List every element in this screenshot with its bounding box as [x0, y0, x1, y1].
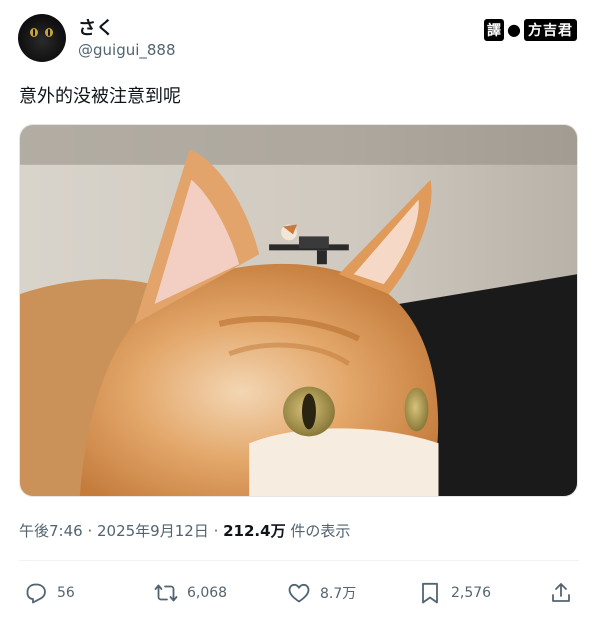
retweet-icon	[154, 584, 178, 602]
retweet-count: 6,068	[187, 585, 228, 601]
like-count: 8.7万	[320, 586, 357, 602]
watermark-separator: ●	[507, 20, 521, 39]
bookmark-count: 2,576	[451, 585, 492, 601]
reply-count: 56	[57, 585, 75, 601]
translator-watermark: 譯 ● 方吉君	[484, 18, 577, 41]
tweet-photo[interactable]	[19, 124, 578, 497]
view-count: 212.4万	[223, 522, 286, 540]
meta-separator: ·	[82, 522, 97, 540]
share-icon	[552, 583, 570, 602]
author-handle[interactable]: @guigui_888	[78, 41, 176, 59]
bookmark-button[interactable]: 2,576	[418, 576, 491, 610]
bookmark-icon	[422, 582, 438, 604]
avatar-eye-right	[45, 28, 53, 37]
avatar-eye-left	[30, 28, 38, 37]
divider	[19, 560, 579, 561]
tweet-time[interactable]: 午後7:46	[19, 522, 83, 540]
action-bar: 56 6,068 8.7万 2,576	[0, 576, 598, 610]
tweet-date[interactable]: 2025年9月12日	[97, 522, 209, 540]
share-button[interactable]	[549, 576, 573, 610]
watermark-part2: 方吉君	[523, 18, 577, 41]
tweet-meta: 午後7:46 · 2025年9月12日 · 212.4万 件の表示	[19, 520, 350, 541]
tweet-text: 意外的没被注意到呢	[19, 86, 181, 107]
reply-button[interactable]: 56	[24, 576, 75, 610]
avatar[interactable]	[18, 14, 66, 62]
cat-photo-image	[20, 125, 577, 496]
reply-icon	[26, 583, 46, 604]
heart-icon	[288, 583, 310, 603]
watermark-part1: 譯	[484, 18, 504, 41]
retweet-button[interactable]: 6,068	[154, 576, 227, 610]
meta-separator: ·	[208, 522, 224, 540]
like-button[interactable]: 8.7万	[287, 576, 356, 610]
view-count-suffix: 件の表示	[285, 522, 351, 540]
author-name[interactable]: さく	[78, 14, 114, 40]
